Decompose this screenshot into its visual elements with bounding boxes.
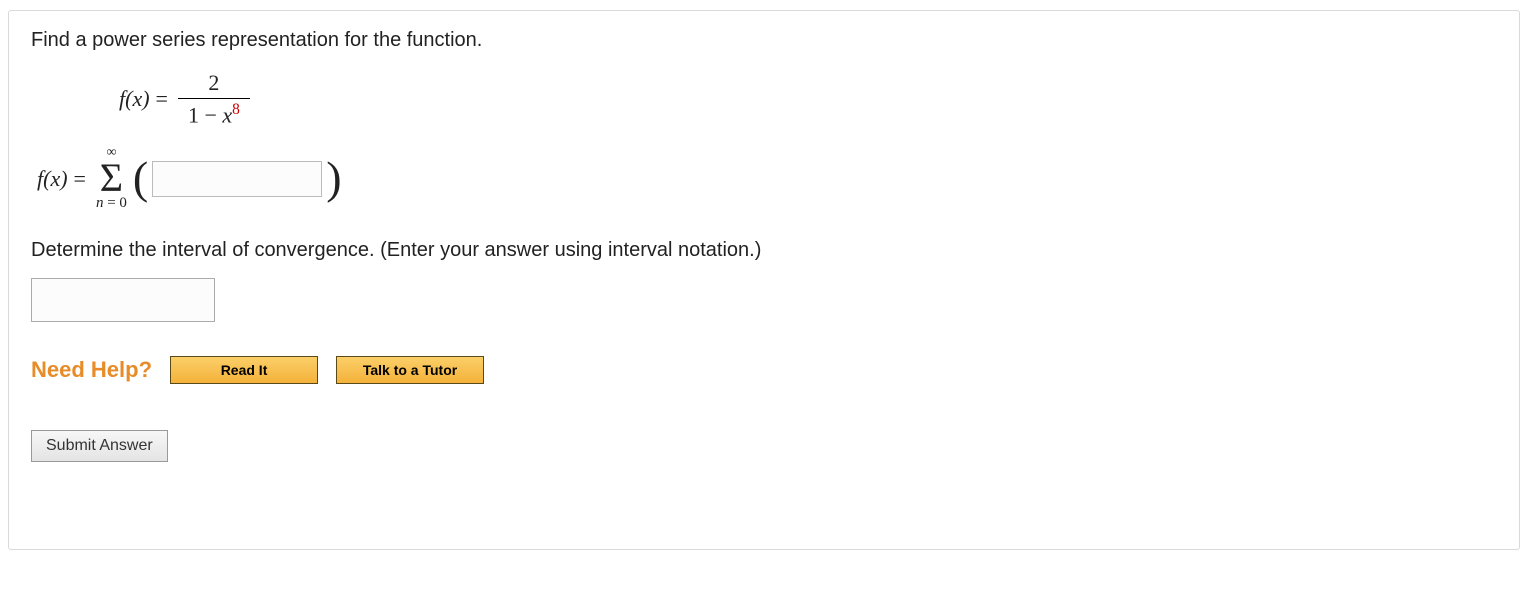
question-container: Find a power series representation for t… bbox=[8, 10, 1520, 550]
fraction: 2 1 − x8 bbox=[178, 70, 250, 128]
help-row: Need Help? Read It Talk to a Tutor bbox=[31, 356, 1497, 384]
read-it-button[interactable]: Read It bbox=[170, 356, 318, 384]
series-answer-line: f(x) = ∞ Σ n = 0 ( ) bbox=[37, 146, 1497, 211]
talk-to-tutor-button[interactable]: Talk to a Tutor bbox=[336, 356, 484, 384]
close-paren: ) bbox=[326, 160, 341, 197]
open-paren: ( bbox=[133, 160, 148, 197]
summation: ∞ Σ n = 0 bbox=[96, 146, 127, 211]
numerator: 2 bbox=[198, 70, 229, 98]
den-left: 1 − bbox=[188, 102, 222, 127]
question-prompt: Find a power series representation for t… bbox=[31, 29, 1497, 52]
equals-sign: = bbox=[156, 86, 168, 112]
series-term-input[interactable] bbox=[152, 161, 322, 197]
function-definition: f(x) = 2 1 − x8 bbox=[119, 70, 1497, 128]
den-exponent: 8 bbox=[232, 101, 240, 118]
submit-answer-button[interactable]: Submit Answer bbox=[31, 430, 168, 462]
interval-prompt: Determine the interval of convergence. (… bbox=[31, 239, 1497, 262]
series-equals: = bbox=[74, 166, 86, 192]
interval-input[interactable] bbox=[31, 278, 215, 322]
need-help-label: Need Help? bbox=[31, 357, 152, 383]
den-var: x bbox=[222, 102, 232, 127]
series-lhs: f(x) bbox=[37, 166, 68, 192]
sigma-icon: Σ bbox=[100, 160, 123, 196]
sum-lower-limit: n = 0 bbox=[96, 196, 127, 211]
function-lhs: f(x) bbox=[119, 86, 150, 112]
denominator: 1 − x8 bbox=[178, 98, 250, 128]
